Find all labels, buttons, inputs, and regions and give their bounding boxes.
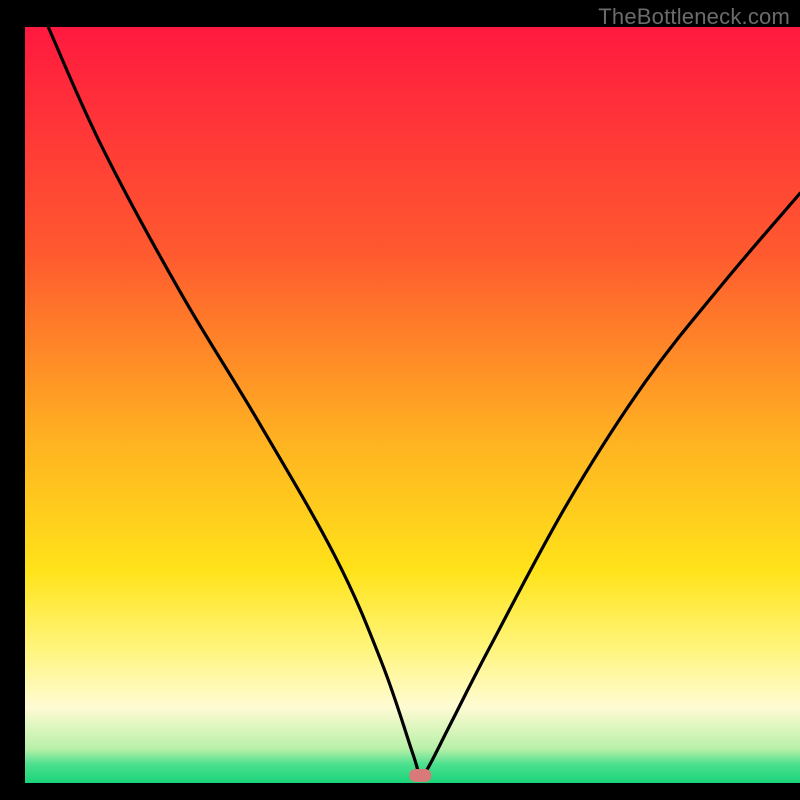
minimum-marker bbox=[409, 769, 431, 782]
watermark-text: TheBottleneck.com bbox=[598, 4, 790, 30]
chart-svg bbox=[0, 0, 800, 800]
plot-background bbox=[25, 27, 800, 783]
bottleneck-chart: TheBottleneck.com bbox=[0, 0, 800, 800]
